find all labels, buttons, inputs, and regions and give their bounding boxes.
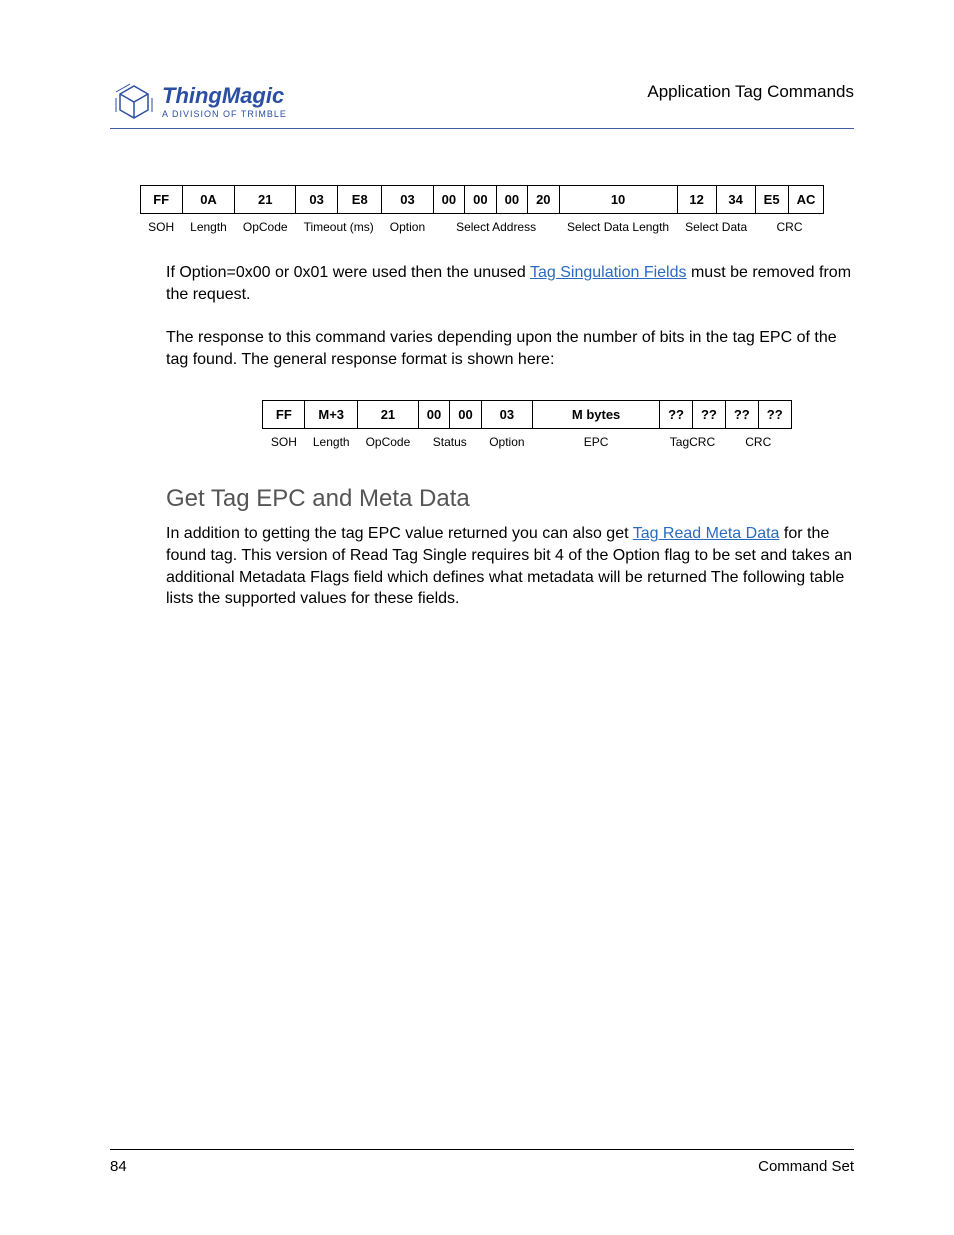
request-table: FF 0A 21 03 E8 03 00 00 00 20 10 12 34 E…	[140, 185, 825, 240]
page-footer: 84 Command Set	[110, 1149, 854, 1175]
logo-sub-text: A DIVISION OF TRIMBLE	[162, 109, 287, 119]
label: Select Data	[677, 214, 755, 241]
cell: ??	[725, 401, 758, 429]
paragraph-2: The response to this command varies depe…	[166, 327, 854, 370]
cell: E8	[338, 186, 382, 214]
cell: 03	[382, 186, 433, 214]
cell: 03	[296, 186, 338, 214]
paragraph-1: If Option=0x00 or 0x01 were used then th…	[166, 262, 854, 305]
tag-read-meta-link[interactable]: Tag Read Meta Data	[633, 525, 780, 542]
cube-icon	[110, 80, 158, 124]
cell: 00	[450, 401, 481, 429]
cell: 0A	[182, 186, 235, 214]
logo-main-text: ThingMagic	[162, 85, 287, 107]
cell: 34	[716, 186, 755, 214]
cell: 00	[465, 186, 496, 214]
label: OpCode	[235, 214, 296, 241]
cell: 12	[677, 186, 716, 214]
cell: E5	[755, 186, 788, 214]
footer-title: Command Set	[758, 1158, 854, 1175]
label: EPC	[533, 429, 660, 456]
label: Length	[305, 429, 358, 456]
cell: 21	[235, 186, 296, 214]
cell: 21	[358, 401, 419, 429]
cell: FF	[263, 401, 305, 429]
label: SOH	[263, 429, 305, 456]
cell: ??	[692, 401, 725, 429]
text: In addition to getting the tag EPC value…	[166, 525, 633, 542]
logo: ThingMagic A DIVISION OF TRIMBLE	[110, 80, 287, 124]
section-heading: Get Tag EPC and Meta Data	[166, 485, 854, 513]
paragraph-3: In addition to getting the tag EPC value…	[166, 523, 854, 609]
cell: AC	[788, 186, 824, 214]
cell: ??	[660, 401, 693, 429]
label: Length	[182, 214, 235, 241]
tag-singulation-link[interactable]: Tag Singulation Fields	[530, 264, 687, 281]
cell: FF	[140, 186, 182, 214]
cell: M+3	[305, 401, 358, 429]
cell: M bytes	[533, 401, 660, 429]
cell: 00	[418, 401, 449, 429]
page-header: ThingMagic A DIVISION OF TRIMBLE Applica…	[110, 80, 854, 129]
cell: 03	[481, 401, 532, 429]
label: OpCode	[358, 429, 419, 456]
cell: 20	[528, 186, 559, 214]
cell: 00	[433, 186, 464, 214]
label: Select Address	[433, 214, 559, 241]
label: TagCRC	[660, 429, 726, 456]
label: SOH	[140, 214, 182, 241]
label: Option	[481, 429, 532, 456]
header-section-title: Application Tag Commands	[647, 82, 854, 102]
cell: 00	[496, 186, 527, 214]
label: CRC	[755, 214, 824, 241]
page-number: 84	[110, 1158, 127, 1175]
text: If Option=0x00 or 0x01 were used then th…	[166, 264, 530, 281]
label: Timeout (ms)	[296, 214, 382, 241]
cell: ??	[758, 401, 791, 429]
label: Status	[418, 429, 481, 456]
label: Select Data Length	[559, 214, 677, 241]
label: Option	[382, 214, 433, 241]
cell: 10	[559, 186, 677, 214]
response-table: FF M+3 21 00 00 03 M bytes ?? ?? ?? ?? S…	[262, 400, 791, 455]
label: CRC	[725, 429, 791, 456]
